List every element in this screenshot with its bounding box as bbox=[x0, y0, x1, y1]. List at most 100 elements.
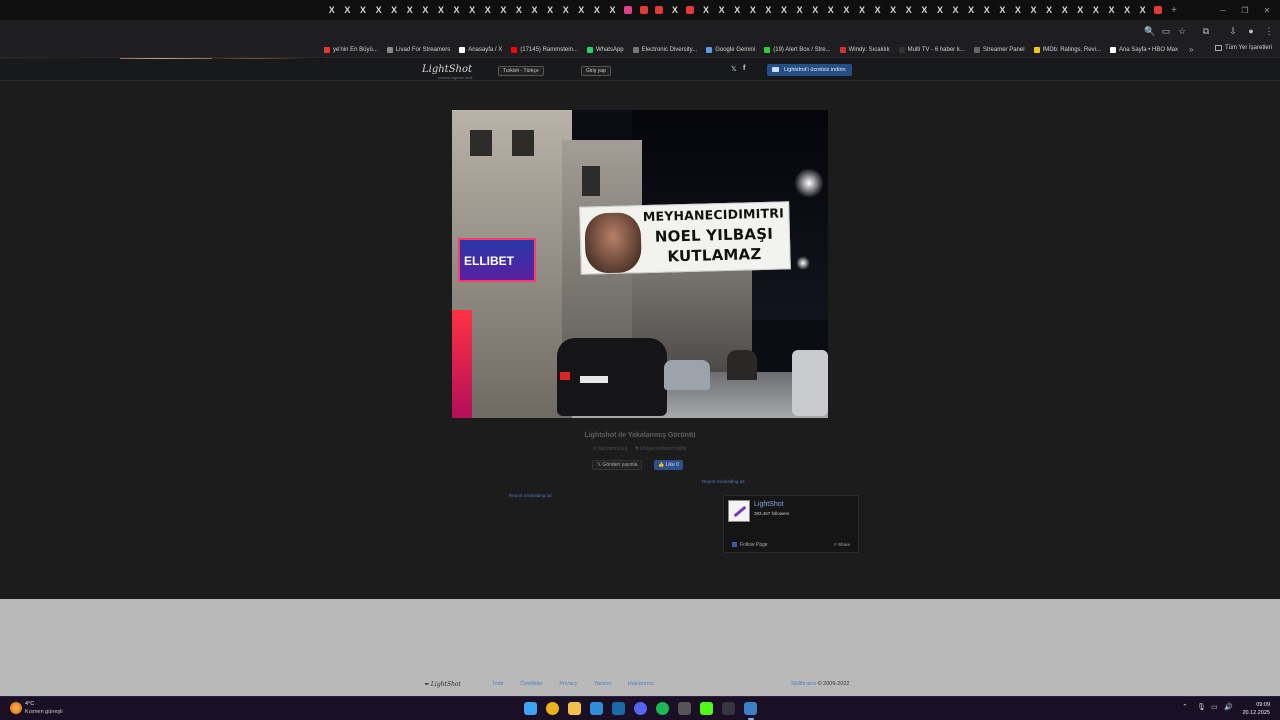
network-icon[interactable]: ▭ bbox=[1211, 703, 1218, 711]
tab-close-icon[interactable]: X bbox=[558, 0, 574, 20]
login-button[interactable]: Giriş yap bbox=[581, 66, 611, 76]
tab-close-icon[interactable]: X bbox=[963, 0, 979, 20]
footer-link-privacy[interactable]: Privacy bbox=[559, 681, 577, 687]
cast-icon[interactable]: ▭ bbox=[1159, 24, 1173, 38]
tab-close-icon[interactable]: X bbox=[496, 0, 512, 20]
tab-close-icon[interactable]: X bbox=[839, 0, 855, 20]
tab-favicon[interactable] bbox=[1150, 0, 1166, 20]
bookmark-item[interactable]: WhatsApp bbox=[586, 46, 624, 53]
tab-close-icon[interactable]: X bbox=[324, 0, 340, 20]
restore-icon[interactable]: ❐ bbox=[1236, 0, 1254, 20]
bookmark-item[interactable]: Electronic Diversity... bbox=[632, 46, 697, 53]
bookmark-item[interactable]: Livad For Streamers bbox=[386, 46, 450, 53]
report-ad-link-right[interactable]: Report misleading ad bbox=[702, 479, 745, 484]
fb-share-button[interactable]: ↗ Share bbox=[833, 542, 850, 548]
captured-screenshot[interactable]: ELLIBET MEYHANECIDIMITRI NOEL YILBAŞI KU… bbox=[452, 110, 828, 418]
tab-close-icon[interactable]: X bbox=[807, 0, 823, 20]
taskbar-edge-icon[interactable] bbox=[590, 702, 603, 715]
tab-close-icon[interactable]: X bbox=[402, 0, 418, 20]
tab-close-icon[interactable]: X bbox=[854, 0, 870, 20]
tab-close-icon[interactable]: X bbox=[885, 0, 901, 20]
fb-page-name[interactable]: LightShot bbox=[754, 501, 784, 508]
report-abuse-link[interactable]: ⚑ kötüye kullanım bildir bbox=[634, 446, 687, 452]
new-tab-button[interactable]: + bbox=[1166, 5, 1182, 16]
bookmark-item[interactable]: (19) Alert Box / Stre... bbox=[764, 46, 831, 53]
report-ad-link-left[interactable]: Report misleading ad bbox=[509, 493, 552, 498]
tab-close-icon[interactable]: X bbox=[480, 0, 496, 20]
minimize-icon[interactable]: ─ bbox=[1214, 0, 1232, 20]
tab-favicon[interactable] bbox=[651, 0, 667, 20]
tab-close-icon[interactable]: X bbox=[355, 0, 371, 20]
taskbar-explorer-icon[interactable] bbox=[568, 702, 581, 715]
taskbar-chrome-icon[interactable] bbox=[546, 702, 559, 715]
tab-close-icon[interactable]: X bbox=[979, 0, 995, 20]
weather-temperature[interactable]: 4°C bbox=[25, 701, 34, 707]
taskbar-calculator-icon[interactable] bbox=[678, 702, 691, 715]
bookmark-item[interactable]: Windy: Sıcaklık bbox=[839, 46, 890, 53]
tab-close-icon[interactable]: X bbox=[574, 0, 590, 20]
footer-link-help[interactable]: Yardım bbox=[594, 681, 611, 687]
bookmark-item[interactable]: Google Gemini bbox=[706, 46, 755, 53]
bookmark-star-icon[interactable]: ☆ bbox=[1175, 24, 1189, 38]
tab-close-icon[interactable]: X bbox=[1104, 0, 1120, 20]
menu-kebab-icon[interactable]: ⋮ bbox=[1262, 24, 1276, 38]
tab-close-icon[interactable]: X bbox=[698, 0, 714, 20]
bookmark-item[interactable]: Streamer Panel bbox=[973, 46, 1025, 53]
downloads-icon[interactable]: ⇩ bbox=[1226, 24, 1240, 38]
tab-favicon[interactable] bbox=[683, 0, 699, 20]
tab-close-icon[interactable]: X bbox=[917, 0, 933, 20]
find-similar-link[interactable]: ✉ benzerini bul bbox=[593, 446, 627, 452]
tab-close-icon[interactable]: X bbox=[995, 0, 1011, 20]
bookmark-item[interactable]: Anasayfa / X bbox=[459, 46, 502, 53]
tab-close-icon[interactable]: X bbox=[667, 0, 683, 20]
tab-close-icon[interactable]: X bbox=[371, 0, 387, 20]
tab-close-icon[interactable]: X bbox=[776, 0, 792, 20]
tab-close-icon[interactable]: X bbox=[1026, 0, 1042, 20]
tab-close-icon[interactable]: X bbox=[1057, 0, 1073, 20]
bookmark-item[interactable]: Ana Sayfa • HBO Max bbox=[1109, 46, 1178, 53]
tab-close-icon[interactable]: X bbox=[449, 0, 465, 20]
tab-close-icon[interactable]: X bbox=[542, 0, 558, 20]
tab-favicon[interactable] bbox=[636, 0, 652, 20]
tab-close-icon[interactable]: X bbox=[527, 0, 543, 20]
language-select[interactable]: Turkish - Türkçe bbox=[498, 66, 544, 76]
twitter-share-button[interactable]: 𝕏 Gönderi yayınla bbox=[592, 460, 643, 470]
footer-link-about[interactable]: Haklarımız bbox=[628, 681, 654, 687]
tab-close-icon[interactable]: X bbox=[714, 0, 730, 20]
follow-page-button[interactable]: Follow Page bbox=[732, 542, 768, 548]
extensions-icon[interactable]: ⧉ bbox=[1199, 24, 1213, 38]
tab-close-icon[interactable]: X bbox=[932, 0, 948, 20]
tab-close-icon[interactable]: X bbox=[761, 0, 777, 20]
taskbar-start-icon[interactable] bbox=[524, 702, 537, 715]
taskbar-spotify-icon[interactable] bbox=[656, 702, 669, 715]
tab-close-icon[interactable]: X bbox=[464, 0, 480, 20]
tab-close-icon[interactable]: X bbox=[870, 0, 886, 20]
tab-close-icon[interactable]: X bbox=[1041, 0, 1057, 20]
weather-description[interactable]: Kısmen güneşli bbox=[25, 709, 63, 715]
skillbrains-link[interactable]: Skillbrains bbox=[791, 681, 816, 687]
tab-close-icon[interactable]: X bbox=[511, 0, 527, 20]
tab-close-icon[interactable]: X bbox=[386, 0, 402, 20]
system-clock[interactable]: 09:09 20.12.2025 bbox=[1242, 701, 1270, 717]
taskbar-obs-icon[interactable] bbox=[722, 702, 735, 715]
tab-close-icon[interactable]: X bbox=[823, 0, 839, 20]
lightshot-logo[interactable]: LightShot screen capture tool bbox=[422, 64, 472, 80]
tray-overflow-icon[interactable]: ⌃ bbox=[1182, 703, 1188, 711]
tab-close-icon[interactable]: X bbox=[1010, 0, 1026, 20]
tab-close-icon[interactable]: X bbox=[433, 0, 449, 20]
tab-close-icon[interactable]: X bbox=[340, 0, 356, 20]
bookmark-item[interactable]: Multi TV - 6 haber k... bbox=[898, 46, 965, 53]
taskbar-discord-icon[interactable] bbox=[634, 702, 647, 715]
all-bookmarks-button[interactable]: Tüm Yer İşaretleri bbox=[1214, 45, 1272, 51]
profile-icon[interactable]: ● bbox=[1244, 24, 1258, 38]
facebook-like-button[interactable]: 👍 Like 0 bbox=[654, 460, 683, 470]
bookmark-item[interactable]: ye'nin En Büyü... bbox=[324, 46, 378, 53]
tab-close-icon[interactable]: X bbox=[745, 0, 761, 20]
taskbar-kick-icon[interactable] bbox=[700, 702, 713, 715]
volume-icon[interactable]: 🔊 bbox=[1224, 703, 1233, 711]
twitter-icon[interactable]: 𝕏 bbox=[731, 65, 737, 73]
tab-close-icon[interactable]: X bbox=[901, 0, 917, 20]
bookmarks-overflow-icon[interactable]: » bbox=[1189, 45, 1193, 54]
footer-link-download[interactable]: İndir bbox=[493, 681, 504, 687]
footer-logo[interactable]: ✒ LightShot bbox=[424, 681, 461, 688]
